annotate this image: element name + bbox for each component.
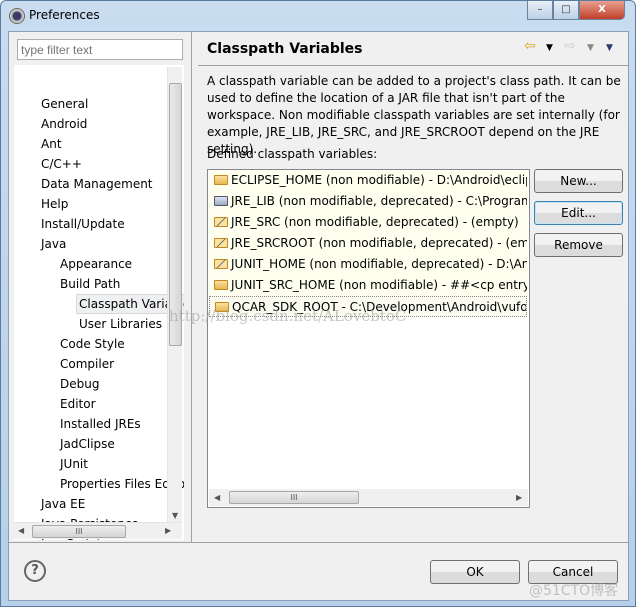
forward-arrow-icon[interactable]: ⇨ [564, 38, 576, 54]
tree-item[interactable]: Ant [41, 134, 62, 154]
scroll-left-arrow-icon[interactable]: ◀ [18, 526, 24, 535]
tree-item[interactable]: Build Path [60, 274, 120, 294]
preference-tree: General Android Ant C/C++ Data Management Hel… [14, 65, 184, 540]
classpath-variables-list: QCAR_SDK_ROOT - C:\Development\Android\v… [207, 169, 530, 508]
tree-item[interactable]: General [41, 94, 88, 114]
variable-list-item[interactable]: JUNIT_HOME (non modifiable, deprecated) … [209, 254, 527, 275]
variable-text: ECLIPSE_HOME (non modifiable) - D:\Andro… [231, 173, 527, 187]
variable-text: JRE_SRC (non modifiable, deprecated) - (… [231, 215, 519, 229]
variable-text: JUNIT_HOME (non modifiable, deprecated) … [231, 257, 527, 271]
variable-list-item[interactable]: JRE_LIB (non modifiable, deprecated) - C… [209, 191, 527, 212]
tree-item[interactable]: Android [41, 114, 87, 134]
page-title: Classpath Variables [207, 41, 363, 57]
folder-icon [214, 280, 228, 290]
help-icon[interactable]: ? [24, 560, 46, 582]
scroll-right-arrow-icon[interactable]: ▶ [165, 526, 171, 535]
page-header: Classpath Variables ⇦ ▼ ⇨ ▼ ▼ [198, 32, 629, 66]
scroll-left-arrow-icon[interactable]: ◀ [214, 493, 220, 502]
tree-item[interactable]: Help [41, 194, 68, 214]
dialog-body: GeneralAndroidAntC/C++Data ManagementHel… [8, 31, 629, 601]
jar-deprecated-icon [214, 196, 228, 206]
back-arrow-icon[interactable]: ⇦ [524, 38, 536, 54]
variable-text: JUNIT_SRC_HOME (non modifiable) - ##<cp … [231, 278, 527, 292]
footer-separator [9, 542, 628, 543]
tree-item[interactable]: Appearance [60, 254, 132, 274]
folder-icon [214, 175, 228, 185]
new-button[interactable]: New... [534, 169, 623, 193]
tree-item[interactable]: Properties Files Editor [60, 474, 184, 494]
tree-item[interactable]: Editor [60, 394, 96, 414]
site-watermark: @51CTO博客 [529, 583, 619, 599]
maximize-button[interactable]: □ [553, 1, 579, 20]
blog-watermark: http://blog.csdn.net/ALovebtoC [169, 307, 407, 325]
window-title: Preferences [29, 8, 100, 22]
tree-item[interactable]: Compiler [60, 354, 114, 374]
tree-item[interactable]: Java [41, 234, 66, 254]
variable-text: JRE_SRCROOT (non modifiable, deprecated)… [231, 236, 527, 250]
tree-item[interactable]: Debug [60, 374, 99, 394]
tree-item[interactable]: C/C++ [41, 154, 82, 174]
preferences-window: Preferences – □ X GeneralAndroidAntC/C++… [0, 0, 636, 607]
list-horizontal-scrollbar[interactable]: ◀ III ▶ [209, 489, 528, 506]
folder-deprecated-icon [214, 238, 228, 248]
tree-item[interactable]: Code Style [60, 334, 125, 354]
tree-vertical-scrollbar[interactable]: ▼ [167, 67, 182, 522]
scroll-down-arrow-icon[interactable]: ▼ [172, 511, 178, 520]
page-description: A classpath variable can be added to a p… [207, 74, 621, 156]
tree-item[interactable]: JUnit [60, 454, 88, 474]
ok-button[interactable]: OK [430, 560, 520, 584]
back-dropdown-icon[interactable]: ▼ [546, 43, 553, 53]
tree-horizontal-scrollbar[interactable]: ◀ III ▶ [14, 522, 182, 539]
folder-deprecated-icon [214, 259, 228, 269]
view-menu-icon[interactable]: ▼ [606, 43, 613, 53]
variable-list-item[interactable]: JRE_SRC (non modifiable, deprecated) - (… [209, 212, 527, 233]
pane-divider[interactable] [191, 32, 192, 542]
variable-text: JRE_LIB (non modifiable, deprecated) - C… [231, 194, 527, 208]
close-button[interactable]: X [579, 1, 625, 20]
filter-input[interactable] [17, 39, 183, 60]
folder-deprecated-icon [214, 217, 228, 227]
tree-item[interactable]: User Libraries [79, 314, 162, 334]
tree-item[interactable]: Java EE [41, 494, 85, 514]
minimize-button[interactable]: – [527, 1, 553, 20]
remove-button[interactable]: Remove [534, 233, 623, 257]
tree-item[interactable]: Data Management [41, 174, 153, 194]
tree-item[interactable]: JadClipse [60, 434, 115, 454]
tree-item[interactable]: Installed JREs [60, 414, 141, 434]
variable-list-item[interactable]: JUNIT_SRC_HOME (non modifiable) - ##<cp … [209, 275, 527, 296]
scroll-thumb[interactable]: III [229, 491, 359, 504]
edit-button[interactable]: Edit... [534, 201, 623, 225]
scroll-thumb[interactable]: III [32, 525, 126, 538]
eclipse-app-icon [9, 8, 25, 24]
defined-variables-label: Defined classpath variables: [207, 147, 378, 161]
forward-dropdown-icon[interactable]: ▼ [587, 43, 594, 53]
scroll-right-arrow-icon[interactable]: ▶ [516, 493, 522, 502]
variable-list-item[interactable]: JRE_SRCROOT (non modifiable, deprecated)… [209, 233, 527, 254]
variable-list-item[interactable]: ECLIPSE_HOME (non modifiable) - D:\Andro… [209, 170, 527, 191]
tree-item[interactable]: Install/Update [41, 214, 125, 234]
